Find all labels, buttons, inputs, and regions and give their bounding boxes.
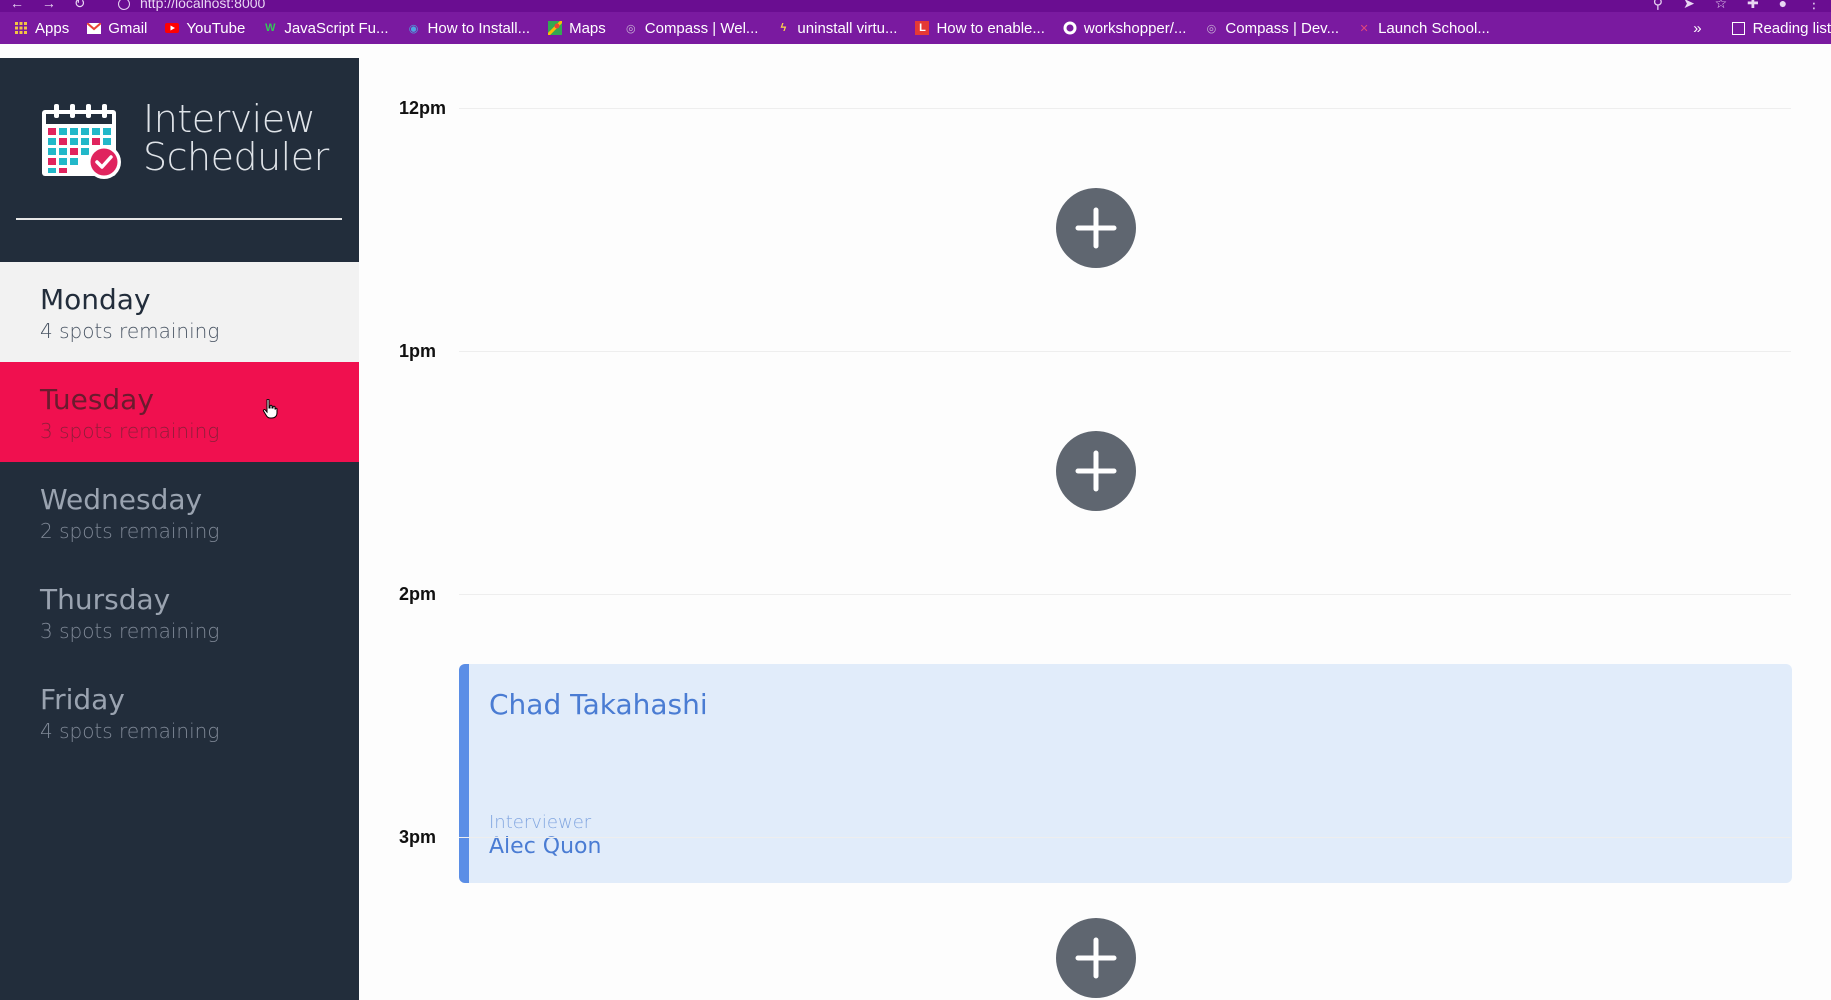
- add-appointment-button[interactable]: [1056, 918, 1136, 998]
- bookmarks-overflow-icon[interactable]: »: [1693, 20, 1701, 37]
- bookmark-label: workshopper/...: [1083, 19, 1187, 37]
- bookmark-launch-school[interactable]: ✕ Launch School...: [1357, 19, 1490, 37]
- bookmark-apps[interactable]: Apps: [14, 20, 69, 37]
- day-spots: 4 spots remaining: [40, 319, 220, 343]
- app-title-line2: Scheduler: [143, 135, 329, 179]
- app-title: Interview Scheduler: [143, 100, 329, 176]
- zoom-icon[interactable]: ⚲: [1653, 0, 1663, 12]
- schedule: 12pm 1pm 2pm Chad Takahashi Interviewer …: [359, 58, 1831, 1000]
- bookmark-how-to-enable[interactable]: L How to enable...: [915, 19, 1045, 37]
- reading-list-label: Reading list: [1752, 19, 1831, 37]
- youtube-icon: [165, 21, 180, 35]
- info-icon[interactable]: [118, 0, 130, 11]
- slot-separator: [459, 108, 1791, 109]
- bookmark-label: Apps: [35, 19, 70, 37]
- browser-toolbar: ← → ↻ http://localhost:8000 ⚲ ➤ ☆ ✚ ● ⋮: [0, 0, 1831, 12]
- url-text: http://localhost:8000: [140, 0, 266, 11]
- bookmark-label: Gmail: [108, 19, 148, 37]
- day-item-tuesday[interactable]: Tuesday 3 spots remaining: [0, 362, 359, 462]
- bookmark-label: How to Install...: [427, 19, 531, 37]
- plus-icon: [1075, 450, 1117, 492]
- launch-school-icon: ✕: [1359, 22, 1369, 35]
- bookmark-gmail[interactable]: Gmail: [87, 20, 147, 37]
- bookmark-maps[interactable]: Maps: [548, 20, 606, 37]
- day-spots: 2 spots remaining: [40, 519, 220, 543]
- day-name: Tuesday: [40, 383, 154, 416]
- slot-separator: [459, 351, 1791, 352]
- bookmarks-bar: Apps Gmail YouTube W JavaScript Fu... ◉ …: [0, 12, 1831, 44]
- day-name: Thursday: [40, 583, 171, 616]
- day-spots: 4 spots remaining: [40, 719, 220, 743]
- bookmark-javascript[interactable]: W JavaScript Fu...: [263, 20, 388, 37]
- forward-arrow-icon[interactable]: →: [42, 0, 56, 11]
- apps-grid-icon: [14, 21, 28, 35]
- compass-icon: ◎: [1206, 22, 1217, 35]
- day-name: Wednesday: [40, 483, 203, 516]
- bookmark-uninstall[interactable]: ϟ uninstall virtu...: [776, 19, 898, 37]
- plus-icon: [1075, 937, 1117, 979]
- reading-list-button[interactable]: Reading list: [1731, 19, 1831, 37]
- slot-time: 2pm: [399, 584, 437, 604]
- slot-time: 1pm: [399, 341, 437, 361]
- interviewer-label: Interviewer: [489, 812, 592, 833]
- send-icon[interactable]: ➤: [1683, 0, 1695, 12]
- add-appointment-button[interactable]: [1056, 188, 1136, 268]
- bookmark-youtube[interactable]: YouTube: [165, 20, 245, 37]
- star-icon[interactable]: ☆: [1715, 0, 1728, 12]
- browser-nav: ← → ↻: [10, 0, 100, 12]
- student-name: Chad Takahashi: [489, 688, 708, 721]
- bookmark-label: Launch School...: [1378, 19, 1490, 37]
- profile-avatar[interactable]: ●: [1779, 0, 1787, 11]
- day-item-friday[interactable]: Friday 4 spots remaining: [0, 662, 359, 762]
- extensions-icon[interactable]: ✚: [1747, 0, 1759, 12]
- day-item-wednesday[interactable]: Wednesday 2 spots remaining: [0, 462, 359, 562]
- sidebar: Interview Scheduler Monday 4 spots remai…: [0, 58, 359, 1000]
- maps-icon: [548, 21, 563, 35]
- day-item-thursday[interactable]: Thursday 3 spots remaining: [0, 562, 359, 662]
- bookmark-label: Maps: [569, 19, 606, 37]
- bookmark-compass-welcome[interactable]: ◎ Compass | Wel...: [624, 19, 759, 37]
- menu-icon[interactable]: ⋮: [1807, 0, 1821, 12]
- address-bar[interactable]: http://localhost:8000: [118, 0, 265, 11]
- gmail-icon: [87, 21, 102, 35]
- slot-time: 3pm: [399, 827, 437, 847]
- bookmark-globe-icon: ◉: [408, 22, 419, 35]
- bookmark-label: Compass | Dev...: [1225, 19, 1340, 37]
- reload-icon[interactable]: ↻: [74, 0, 86, 12]
- bookmark-label: uninstall virtu...: [797, 19, 898, 37]
- compass-icon: ◎: [625, 22, 636, 35]
- appointment-card[interactable]: Chad Takahashi Interviewer Alec Quon: [459, 664, 1792, 883]
- bookmark-w-icon: W: [265, 22, 276, 34]
- bookmark-how-to-install[interactable]: ◉ How to Install...: [407, 19, 531, 37]
- day-item-monday[interactable]: Monday 4 spots remaining: [0, 262, 359, 362]
- bookmark-workshopper[interactable]: workshopper/...: [1063, 19, 1187, 37]
- github-icon: [1063, 21, 1077, 35]
- day-list: Monday 4 spots remaining Tuesday 3 spots…: [0, 262, 359, 762]
- bookmark-l-icon: L: [915, 21, 930, 35]
- bookmark-label: JavaScript Fu...: [284, 19, 389, 37]
- calendar-logo-icon: [40, 102, 124, 182]
- hand-cursor-icon: [262, 398, 278, 419]
- sidebar-divider: [16, 218, 342, 220]
- day-name: Monday: [40, 283, 151, 316]
- slot-separator: [459, 837, 1791, 838]
- reading-list-icon: [1731, 21, 1745, 35]
- bookmark-label: Compass | Wel...: [644, 19, 759, 37]
- app-title-line1: Interview: [143, 97, 316, 141]
- bookmark-label: YouTube: [186, 19, 246, 37]
- day-spots: 3 spots remaining: [40, 619, 220, 643]
- bookmark-compass-dev[interactable]: ◎ Compass | Dev...: [1204, 20, 1339, 37]
- plus-icon: [1075, 207, 1117, 249]
- day-name: Friday: [40, 683, 125, 716]
- bookmark-bolt-icon: ϟ: [780, 22, 787, 34]
- add-appointment-button[interactable]: [1056, 431, 1136, 511]
- browser-actions: ⚲ ➤ ☆ ✚ ● ⋮: [1637, 0, 1821, 12]
- slot-separator: [459, 594, 1791, 595]
- slot-time: 12pm: [399, 98, 447, 118]
- bookmark-label: How to enable...: [936, 19, 1045, 37]
- day-spots: 3 spots remaining: [40, 419, 220, 443]
- back-arrow-icon[interactable]: ←: [10, 0, 24, 11]
